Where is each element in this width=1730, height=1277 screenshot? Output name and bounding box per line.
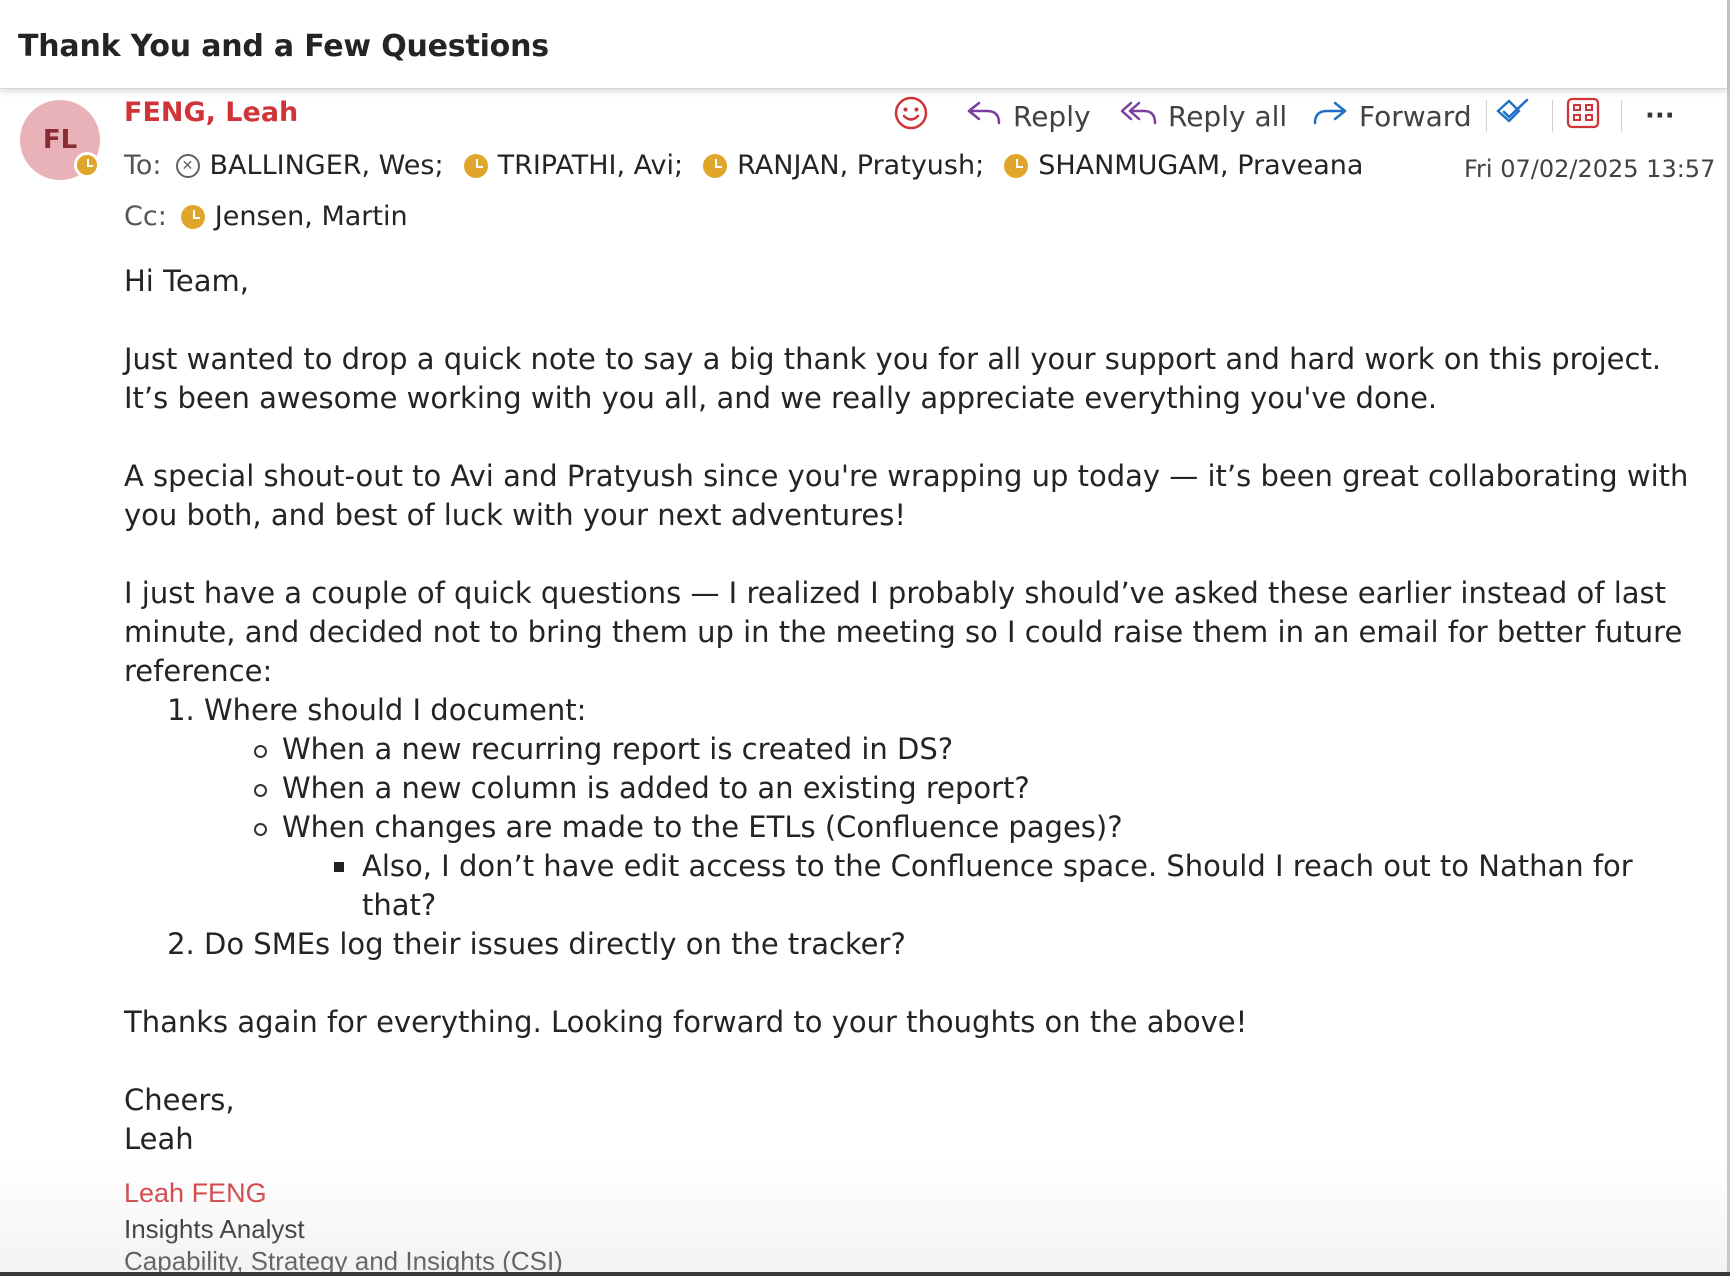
bottom-border [0, 1272, 1730, 1276]
list-item: When a new column is added to an existin… [254, 769, 1704, 808]
flag-button[interactable] [1495, 96, 1531, 136]
to-line: To: ✕ BALLINGER, Wes; TRIPATHI, Avi; RANJ… [124, 150, 1383, 181]
away-clock-icon [1004, 153, 1029, 178]
list-item: Where should I document: When a new recu… [204, 691, 1704, 925]
recipient-name: TRIPATHI, Avi; [497, 150, 684, 181]
reply-all-icon [1120, 98, 1158, 135]
forward-label: Forward [1359, 99, 1472, 133]
recipient[interactable]: Jensen, Martin [180, 201, 408, 232]
signature-name: Leah FENG [124, 1178, 267, 1208]
more-icon: ··· [1645, 101, 1675, 131]
recipient-name: SHANMUGAM, Praveana [1038, 150, 1364, 181]
reply-button[interactable]: Reply [965, 96, 1091, 136]
cc-line: Cc: Jensen, Martin [124, 201, 428, 232]
recipient[interactable]: ✕ BALLINGER, Wes; [175, 150, 444, 181]
sub-sub-list: Also, I don’t have edit access to the Co… [282, 847, 1704, 925]
presence-away-icon [74, 152, 100, 178]
forward-icon [1311, 98, 1349, 135]
question-text: Do SMEs log their issues directly on the… [204, 927, 906, 961]
recipient[interactable]: RANJAN, Pratyush; [703, 150, 984, 181]
greeting: Hi Team, [124, 264, 249, 298]
away-clock-icon [180, 204, 205, 229]
subject-bar: Thank You and a Few Questions [0, 0, 1727, 89]
email-subject: Thank You and a Few Questions [18, 29, 549, 64]
divider [1486, 100, 1487, 132]
divider [1621, 100, 1622, 132]
list-item: Do SMEs log their issues directly on the… [204, 925, 1704, 964]
question-text: Where should I document: [204, 693, 587, 727]
paragraph: Just wanted to drop a quick note to say … [124, 342, 1662, 415]
apps-button[interactable] [1566, 96, 1600, 136]
more-options-button[interactable]: ··· [1645, 96, 1675, 136]
list-item: When changes are made to the ETLs (Confl… [254, 808, 1704, 925]
recipient-name: BALLINGER, Wes; [209, 150, 444, 181]
email-body: Hi Team, Just wanted to drop a quick not… [124, 262, 1704, 1159]
sender-name[interactable]: FENG, Leah [124, 97, 298, 128]
apps-grid-icon [1566, 97, 1600, 136]
list-item: Also, I don’t have edit access to the Co… [334, 847, 1704, 925]
react-button[interactable] [893, 96, 929, 136]
forward-button[interactable]: Forward [1311, 96, 1472, 136]
paragraph: A special shout-out to Avi and Pratyush … [124, 459, 1689, 532]
questions-list: Where should I document: When a new recu… [124, 691, 1704, 964]
flag-check-icon [1495, 97, 1531, 136]
list-item: When a new recurring report is created i… [254, 730, 1704, 769]
recipient[interactable]: TRIPATHI, Avi; [463, 150, 684, 181]
closing: Cheers, [124, 1083, 235, 1117]
reply-label: Reply [1013, 99, 1091, 133]
sub-item-text: When changes are made to the ETLs (Confl… [282, 810, 1123, 844]
closing-name: Leah [124, 1122, 194, 1156]
away-clock-icon [463, 153, 488, 178]
to-label: To: [124, 150, 162, 181]
divider [1552, 100, 1553, 132]
paragraph: I just have a couple of quick questions … [124, 576, 1683, 688]
sent-date: Fri 07/02/2025 13:57 [1464, 155, 1716, 183]
recipient[interactable]: SHANMUGAM, Praveana [1004, 150, 1363, 181]
recipient-name: RANJAN, Pratyush; [737, 150, 985, 181]
away-clock-icon [703, 153, 728, 178]
reply-all-button[interactable]: Reply all [1120, 96, 1287, 136]
reply-all-label: Reply all [1168, 99, 1288, 133]
smiley-icon [893, 95, 929, 138]
recipient-name: Jensen, Martin [214, 201, 408, 232]
cc-label: Cc: [124, 201, 167, 232]
paragraph: Thanks again for everything. Looking for… [124, 1005, 1248, 1039]
avatar-initials: FL [42, 125, 78, 155]
blocked-icon: ✕ [175, 153, 200, 178]
signature-title: Insights Analyst [124, 1214, 305, 1244]
reply-icon [965, 98, 1003, 135]
sub-list: When a new recurring report is created i… [204, 730, 1704, 925]
